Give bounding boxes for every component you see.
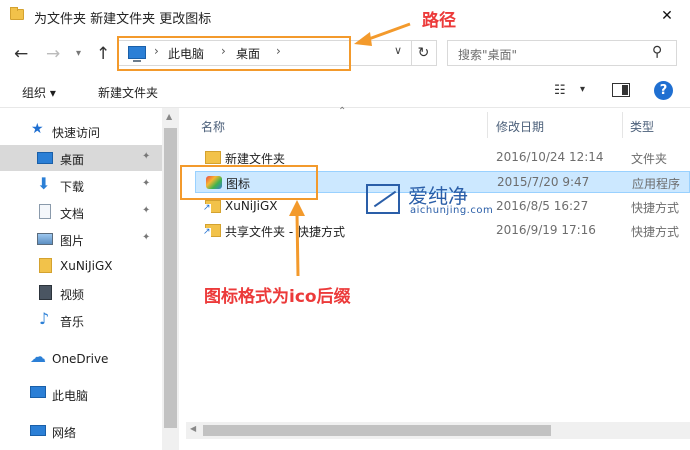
horizontal-scroll-thumb[interactable] <box>203 425 551 436</box>
computer-icon <box>30 386 46 398</box>
file-name: XuNiJiGX <box>225 199 278 213</box>
file-date: 2016/8/5 16:27 <box>496 199 589 213</box>
download-icon: ⬇ <box>37 174 51 193</box>
path-highlight-frame <box>117 36 351 71</box>
file-date: 2016/9/19 17:16 <box>496 223 596 237</box>
sidebar-item-label: 桌面 <box>60 153 85 167</box>
file-type: 应用程序 <box>632 177 681 191</box>
folder-icon <box>10 7 24 20</box>
column-header-modified[interactable]: 修改日期 <box>496 118 544 135</box>
pin-icon[interactable]: ✦ <box>142 205 150 216</box>
refresh-icon[interactable]: ↻ <box>411 41 435 65</box>
sidebar-item-music[interactable]: ♪ 音乐 <box>0 307 162 333</box>
sidebar-item-desktop[interactable]: 桌面 ✦ <box>0 145 162 171</box>
column-divider[interactable] <box>622 112 623 138</box>
desktop-icon <box>37 152 53 164</box>
folder-icon <box>39 258 52 273</box>
picture-icon <box>37 233 53 245</box>
help-icon[interactable]: ? <box>654 81 673 100</box>
pin-icon[interactable]: ✦ <box>142 178 150 189</box>
document-icon <box>39 204 51 219</box>
title-bar: 为文件夹 新建文件夹 更改图标 ✕ <box>0 0 690 32</box>
watermark-subtitle: aichunjing.com <box>410 205 494 216</box>
view-dropdown-icon[interactable]: ▾ <box>580 84 585 95</box>
file-type: 文件夹 <box>631 152 668 166</box>
window-title: 为文件夹 新建文件夹 更改图标 <box>34 12 212 27</box>
sidebar-item-pictures[interactable]: 图片 ✦ <box>0 226 162 252</box>
icon-annotation-arrow <box>289 200 305 277</box>
new-folder-button[interactable]: 新建文件夹 <box>98 84 158 101</box>
file-type: 快捷方式 <box>631 201 680 215</box>
cloud-icon: ☁ <box>30 347 46 366</box>
search-placeholder: 搜索"桌面" <box>458 48 518 62</box>
sidebar-item-label: 快速访问 <box>52 126 101 140</box>
sidebar-item-label: 文档 <box>60 207 85 221</box>
sidebar-item-quick-access[interactable]: ★ 快速访问 <box>0 118 162 144</box>
navigation-pane: ★ 快速访问 桌面 ✦ ⬇ 下载 ✦ 文档 ✦ 图片 ✦ XuNiJiGX 视频… <box>0 108 180 450</box>
back-arrow-icon[interactable]: ← <box>14 44 28 64</box>
sort-ascending-icon: ⌃ <box>338 106 347 117</box>
sidebar-scroll-thumb[interactable] <box>164 128 177 428</box>
shortcut-icon <box>203 200 221 213</box>
sidebar-item-this-pc[interactable]: 此电脑 <box>0 381 162 407</box>
scroll-up-icon[interactable]: ▲ <box>166 112 172 121</box>
path-annotation-label: 路径 <box>422 11 456 31</box>
organize-button[interactable]: 组织 ▾ <box>22 84 56 101</box>
forward-arrow-icon[interactable]: → <box>46 44 60 64</box>
sidebar-item-label: 图片 <box>60 234 85 248</box>
close-button[interactable]: ✕ <box>644 0 690 32</box>
file-type: 快捷方式 <box>631 225 680 239</box>
watermark-logo-icon <box>366 184 400 214</box>
view-options-icon[interactable]: ☷ <box>554 83 566 98</box>
table-row[interactable]: 共享文件夹 - 快捷方式 2016/9/19 17:16 快捷方式 <box>195 220 690 242</box>
sidebar-item-network[interactable]: 网络 <box>0 418 162 444</box>
scroll-left-icon[interactable]: ◀ <box>190 424 196 433</box>
sidebar-item-label: 视频 <box>60 288 85 302</box>
music-icon: ♪ <box>39 309 50 328</box>
sidebar-item-label: 网络 <box>52 426 77 440</box>
sidebar-item-label: 音乐 <box>60 315 85 329</box>
sidebar-item-label: 下载 <box>60 180 85 194</box>
sidebar-item-videos[interactable]: 视频 <box>0 280 162 306</box>
shortcut-icon <box>203 224 221 237</box>
sidebar-item-downloads[interactable]: ⬇ 下载 ✦ <box>0 172 162 198</box>
pin-icon[interactable]: ✦ <box>142 151 150 162</box>
sidebar-item-onedrive[interactable]: ☁ OneDrive <box>0 346 162 372</box>
sidebar-item-label: XuNiJiGX <box>60 259 113 273</box>
file-date: 2015/7/20 9:47 <box>497 175 590 189</box>
preview-pane-icon[interactable] <box>612 83 630 97</box>
recent-dropdown-icon[interactable]: ▾ <box>76 48 81 59</box>
path-annotation-arrow <box>354 22 411 46</box>
up-arrow-icon[interactable]: ↑ <box>96 44 110 64</box>
column-header-type[interactable]: 类型 <box>630 118 654 135</box>
sidebar-item-documents[interactable]: 文档 ✦ <box>0 199 162 225</box>
file-date: 2016/10/24 12:14 <box>496 150 604 164</box>
sidebar-item-label: OneDrive <box>52 352 109 366</box>
icon-format-annotation-label: 图标格式为ico后缀 <box>204 287 351 307</box>
search-icon[interactable]: ⚲ <box>652 44 662 60</box>
star-icon: ★ <box>31 121 44 137</box>
network-icon <box>30 425 46 436</box>
folder-icon <box>205 151 221 164</box>
sidebar-item-xunijigx[interactable]: XuNiJiGX <box>0 253 162 279</box>
column-header-name[interactable]: 名称 <box>201 118 225 135</box>
column-divider[interactable] <box>487 112 488 138</box>
sidebar-item-label: 此电脑 <box>52 389 89 403</box>
video-icon <box>39 285 52 300</box>
pin-icon[interactable]: ✦ <box>142 232 150 243</box>
icon-file-highlight-frame <box>180 165 318 200</box>
